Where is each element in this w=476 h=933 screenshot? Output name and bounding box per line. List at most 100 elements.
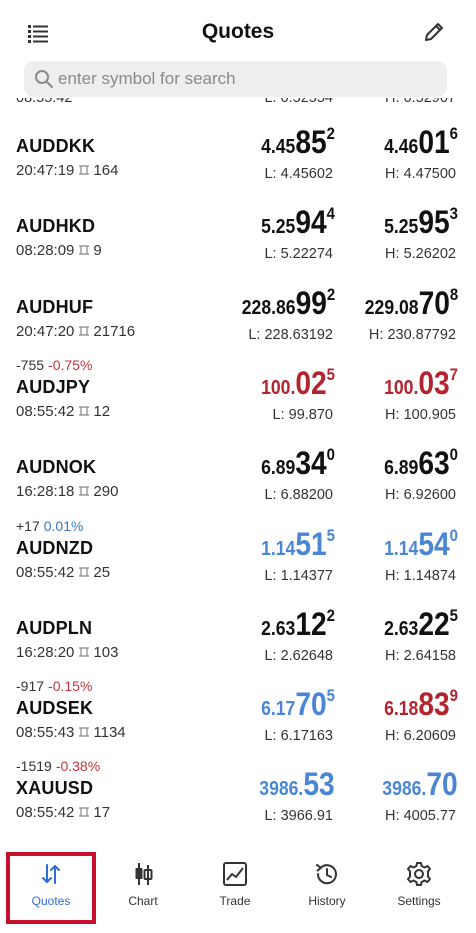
spread-icon	[79, 486, 90, 496]
bid-price[interactable]: 6.89340	[261, 445, 335, 482]
quote-time: 08:55:42	[16, 563, 75, 581]
ask-price[interactable]: 6.18839	[384, 686, 458, 723]
ask-price[interactable]: 229.08708	[365, 285, 458, 322]
ask-price[interactable]: 1.14540	[384, 526, 458, 563]
quote-row[interactable]: +17 0.01% AUDNZD 08:55:42 25 1.14515 1.14540 L:…	[0, 512, 476, 592]
quote-row[interactable]: AUDHKD 08:28:09 9 5.25944 5.25953 L: 5.22274 H…	[0, 190, 476, 270]
ask-price-fraction: 8	[449, 284, 458, 304]
pencil-edit-icon[interactable]	[422, 20, 446, 44]
tab-settings-label: Settings	[397, 894, 441, 908]
change-percent: -0.38%	[55, 758, 101, 775]
symbol-name: AUDHKD	[16, 216, 96, 237]
ask-price[interactable]: 5.25953	[384, 204, 458, 241]
search-bar	[24, 61, 447, 97]
bid-price[interactable]: 228.86992	[242, 285, 335, 322]
bid-price-prefix: 5.25	[261, 216, 296, 239]
quote-row[interactable]: -917 -0.15% AUDSEK 08:55:43 1134 6.17705 6.188…	[0, 672, 476, 752]
quote-time: 16:28:20	[16, 643, 75, 661]
bid-price[interactable]: 3986.53	[260, 766, 335, 803]
bid-price[interactable]: 2.63122	[261, 606, 335, 643]
high-price: H: 1.14874	[385, 567, 456, 584]
bid-price-prefix: 3986.	[259, 778, 304, 801]
bid-price-fraction: 5	[326, 686, 335, 706]
symbol-name: XAUUSD	[16, 778, 94, 799]
symbol-name: AUDPLN	[16, 617, 93, 638]
bid-price[interactable]: 100.025	[261, 365, 335, 402]
quote-row[interactable]: -755 -0.75% AUDJPY 08:55:42 12 100.025 100.037…	[0, 351, 476, 431]
tab-quotes[interactable]: Quotes	[6, 852, 96, 924]
ask-price-prefix: 6.18	[384, 698, 419, 721]
quote-row[interactable]: AUDDKK 20:47:19 164 4.45852 4.46016 L: 4.4560…	[0, 110, 476, 190]
quote-row[interactable]: AUDNOK 16:28:18 290 6.89340 6.89630 L: 6.8820…	[0, 431, 476, 511]
ask-price[interactable]: 6.89630	[384, 445, 458, 482]
quote-time: 08:55:43	[16, 724, 75, 742]
change-percent: 0.01%	[43, 517, 84, 534]
daily-change: +17 0.01%	[16, 518, 83, 534]
bid-price-pips: 51	[295, 525, 327, 562]
bid-price[interactable]: 4.45852	[261, 124, 335, 161]
ask-price-prefix: 3986.	[382, 778, 427, 801]
partial-row-high: H: 0.52907	[385, 98, 456, 106]
bid-price[interactable]: 6.17705	[261, 686, 335, 723]
history-clock-icon	[316, 864, 337, 885]
bid-price[interactable]: 1.14515	[261, 526, 335, 563]
low-price: L: 6.88200	[264, 487, 333, 504]
ask-price-fraction: 5	[449, 605, 458, 625]
change-points: -755	[16, 356, 45, 373]
low-price: L: 5.22274	[264, 246, 333, 263]
daily-change: -755 -0.75%	[16, 357, 92, 373]
ask-price[interactable]: 100.037	[384, 365, 458, 402]
tab-chart[interactable]: Chart	[98, 852, 188, 924]
trend-line-chart-icon	[223, 862, 247, 886]
high-price: H: 5.26202	[385, 246, 456, 263]
quote-row[interactable]: -1519 -0.38% XAUUSD 08:55:42 17 3986.53 3986.7…	[0, 752, 476, 832]
ask-price-prefix: 5.25	[384, 216, 419, 239]
partial-row-time: 08:55:42	[16, 98, 73, 106]
ask-price-pips: 03	[418, 364, 450, 401]
partial-quote-row: 08:55:42 L: 0.52554 H: 0.52907	[0, 98, 476, 110]
daily-change	[16, 196, 20, 212]
bid-price-prefix: 4.45	[261, 136, 296, 158]
bid-price-pips: 70	[295, 686, 327, 723]
ask-price-fraction: 0	[449, 445, 458, 465]
spread-icon	[79, 245, 90, 255]
ask-price-pips: 22	[418, 605, 450, 642]
tab-chart-label: Chart	[128, 894, 158, 908]
tab-trade[interactable]: Trade	[190, 852, 280, 924]
bid-price-prefix: 2.63	[261, 617, 296, 640]
bid-price-fraction: 5	[326, 525, 335, 545]
spread-icon	[79, 325, 90, 336]
ask-price-prefix: 1.14	[384, 537, 419, 560]
candlestick-chart-icon	[135, 863, 153, 885]
quote-row[interactable]: AUDHUF 20:47:20 21716 228.86992 229.08708 L: …	[0, 271, 476, 351]
bid-price-prefix: 6.17	[261, 698, 296, 721]
ask-price-pips: 70	[426, 766, 458, 803]
quote-row[interactable]: AUDPLN 16:28:20 103 2.63122 2.63225 L: 2.6264…	[0, 592, 476, 672]
header: Quotes	[0, 0, 476, 62]
quotes-list[interactable]: 08:55:42 L: 0.52554 H: 0.52907 AUDDKK 20:…	[0, 98, 476, 848]
page-title: Quotes	[201, 20, 275, 43]
symbol-name: AUDDKK	[16, 136, 96, 156]
partial-row-low: L: 0.52554	[264, 98, 333, 106]
ask-price[interactable]: 3986.70	[383, 766, 458, 803]
bid-price-fraction: 2	[326, 605, 335, 625]
bottom-tab-bar: Quotes Chart Trade History Settings	[0, 848, 476, 933]
tab-history[interactable]: History	[282, 852, 372, 924]
search-input[interactable]	[58, 61, 438, 97]
tab-settings[interactable]: Settings	[374, 852, 464, 924]
spread-icon	[79, 647, 90, 657]
spread-icon	[79, 727, 90, 737]
ask-price-pips: 95	[418, 204, 450, 241]
ask-price[interactable]: 4.46016	[384, 124, 458, 161]
change-points: -917	[16, 678, 45, 695]
low-price: L: 99.870	[272, 406, 333, 423]
high-price: H: 2.64158	[385, 647, 456, 664]
ask-price[interactable]: 2.63225	[384, 606, 458, 643]
bid-price-fraction: 5	[326, 364, 335, 384]
bid-price[interactable]: 5.25944	[261, 204, 335, 241]
bid-price-fraction: 2	[326, 284, 335, 304]
quote-meta: 08:55:42 25	[16, 564, 110, 581]
quote-time: 08:55:42	[16, 402, 75, 420]
spread-value: 290	[93, 483, 119, 501]
tab-trade-label: Trade	[219, 894, 251, 908]
